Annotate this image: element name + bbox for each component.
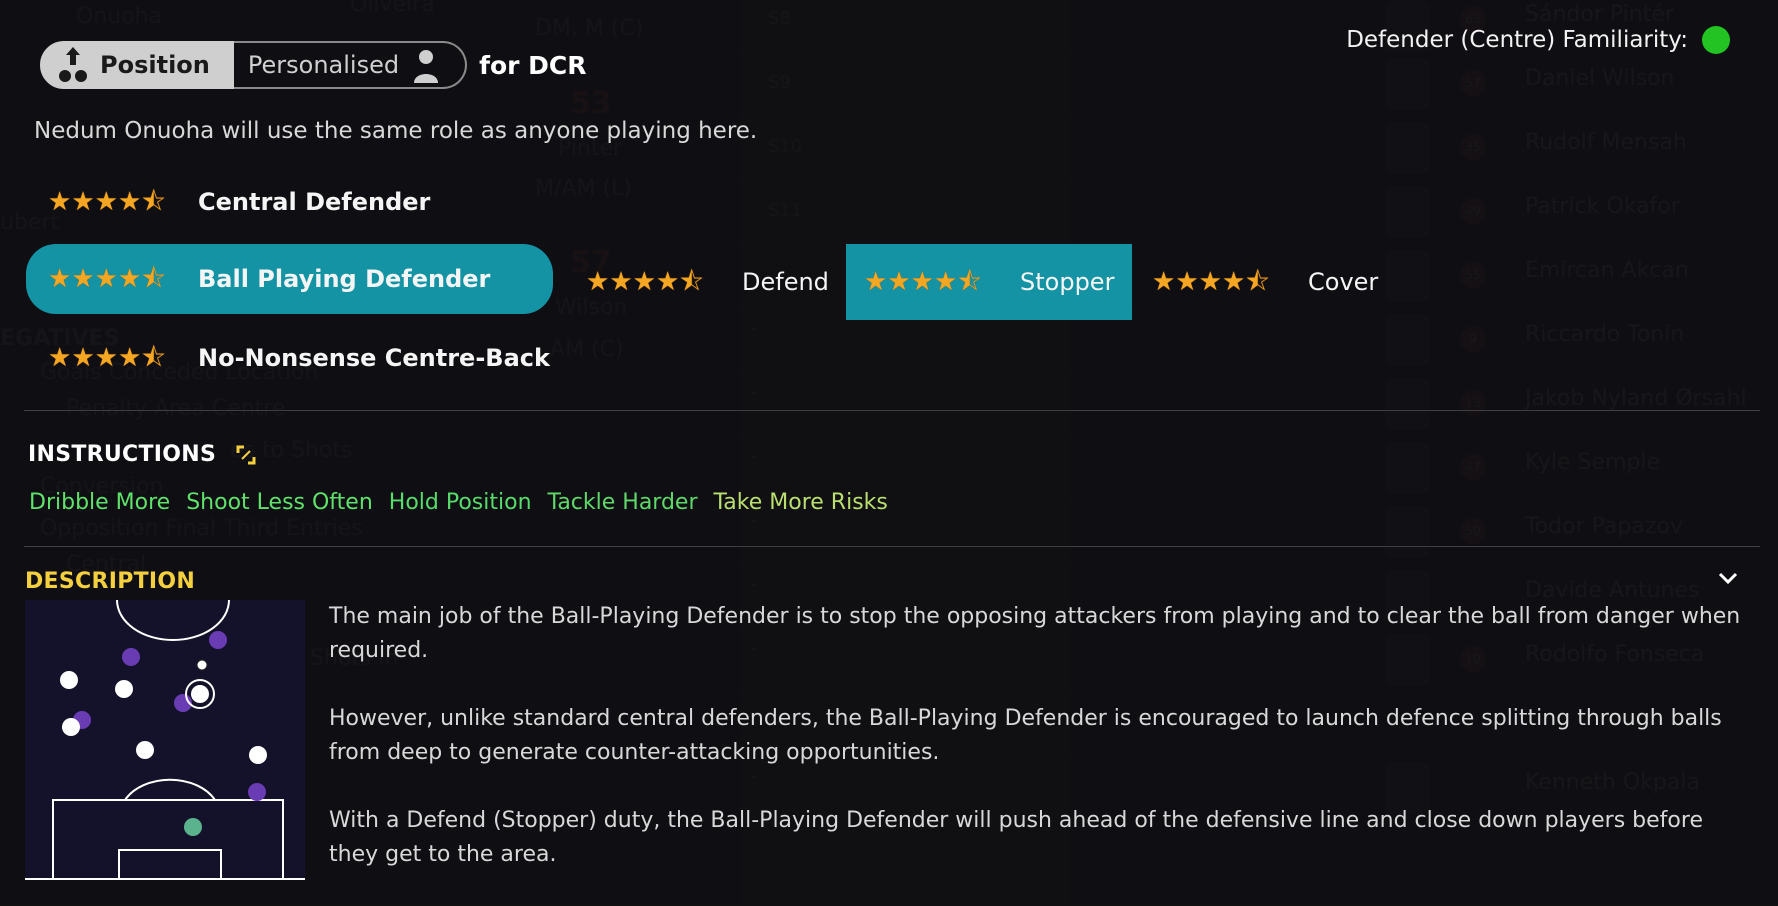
instruction-item[interactable]: Shoot Less Often xyxy=(186,490,373,515)
duty-option-stopper[interactable]: ★ ★ ★ ★ ⯪ Stopper xyxy=(846,244,1132,320)
familiarity-indicator: Defender (Centre) Familiarity: xyxy=(1346,26,1730,54)
position-code-label: for DCR xyxy=(479,50,587,80)
role-rating-stars: ★ ★ ★ ★ ⯪ xyxy=(48,264,166,294)
role-rating-stars: ★ ★ ★ ★ ⯪ xyxy=(48,343,166,373)
person-icon xyxy=(414,50,439,83)
description-paragraph: With a Defend (Stopper) duty, the Ball-P… xyxy=(329,808,1703,867)
role-name: Central Defender xyxy=(198,188,431,216)
tab-personalised-label: Personalised xyxy=(247,51,400,79)
role-option-central-defender[interactable]: ★ ★ ★ ★ ⯪ Central Defender xyxy=(26,167,430,237)
role-option-ball-playing-defender[interactable]: ★ ★ ★ ★ ⯪ Ball Playing Defender xyxy=(26,244,553,314)
teammate-marker xyxy=(60,671,78,689)
duty-name: Cover xyxy=(1308,268,1379,296)
opponent-marker xyxy=(248,783,266,801)
pitch-six-yard-box xyxy=(118,849,222,880)
role-name: No-Nonsense Centre-Back xyxy=(198,344,550,372)
opponent-marker xyxy=(209,631,227,649)
tab-position[interactable]: Position xyxy=(40,41,234,89)
role-name: Ball Playing Defender xyxy=(198,265,491,293)
instruction-item[interactable]: Hold Position xyxy=(389,490,532,515)
section-divider xyxy=(24,546,1760,547)
ball-icon xyxy=(196,659,208,671)
description-text: The main job of the Ball-Playing Defende… xyxy=(329,600,1749,906)
duty-rating-stars: ★ ★ ★ ★ ⯪ xyxy=(586,267,704,297)
tab-personalised[interactable]: Personalised xyxy=(233,41,468,89)
role-mode-tabs: Position Personalised for DCR xyxy=(40,39,587,91)
duty-name: Defend xyxy=(742,268,829,296)
pitch-graphic xyxy=(25,600,305,880)
goalkeeper-marker xyxy=(184,818,202,836)
pitch-penalty-box xyxy=(52,799,284,880)
teammate-marker xyxy=(115,680,133,698)
description-paragraph: However, unlike standard central defende… xyxy=(329,706,1722,765)
instructions-heading: INSTRUCTIONS xyxy=(28,442,256,467)
role-rating-stars: ★ ★ ★ ★ ⯪ xyxy=(48,187,166,217)
selected-player-marker xyxy=(191,685,209,703)
instructions-list: Dribble More Shoot Less Often Hold Posit… xyxy=(29,490,888,515)
role-option-no-nonsense-centre-back[interactable]: ★ ★ ★ ★ ⯪ No-Nonsense Centre-Back xyxy=(26,323,550,393)
duty-option-cover[interactable]: ★ ★ ★ ★ ⯪ Cover xyxy=(1134,244,1404,320)
opponent-marker xyxy=(122,648,140,666)
instruction-item[interactable]: Take More Risks xyxy=(714,490,888,515)
pitch-penalty-arc xyxy=(124,778,216,801)
duty-option-defend[interactable]: ★ ★ ★ ★ ⯪ Defend xyxy=(568,244,838,320)
role-selection-panel: Position Personalised for DCR Defender (… xyxy=(0,0,1778,904)
duty-rating-stars: ★ ★ ★ ★ ⯪ xyxy=(864,267,982,297)
description-title: DESCRIPTION xyxy=(25,569,196,594)
section-divider xyxy=(24,410,1760,411)
position-icon xyxy=(59,47,87,82)
duty-name: Stopper xyxy=(1020,268,1115,296)
description-paragraph: The main job of the Ball-Playing Defende… xyxy=(329,604,1741,663)
role-info-text: Nedum Onuoha will use the same role as a… xyxy=(34,118,758,144)
familiarity-label: Defender (Centre) Familiarity: xyxy=(1346,27,1688,53)
duty-rating-stars: ★ ★ ★ ★ ⯪ xyxy=(1152,267,1270,297)
tab-position-label: Position xyxy=(100,51,210,79)
instruction-item[interactable]: Tackle Harder xyxy=(548,490,698,515)
expand-icon[interactable] xyxy=(236,445,256,465)
role-movement-diagram xyxy=(25,600,305,880)
instruction-item[interactable]: Dribble More xyxy=(29,490,170,515)
teammate-marker xyxy=(62,718,80,736)
instructions-title: INSTRUCTIONS xyxy=(28,442,217,467)
teammate-marker xyxy=(249,746,267,764)
chevron-down-icon[interactable] xyxy=(1716,566,1740,590)
teammate-marker xyxy=(136,741,154,759)
familiarity-status-dot xyxy=(1702,26,1730,54)
